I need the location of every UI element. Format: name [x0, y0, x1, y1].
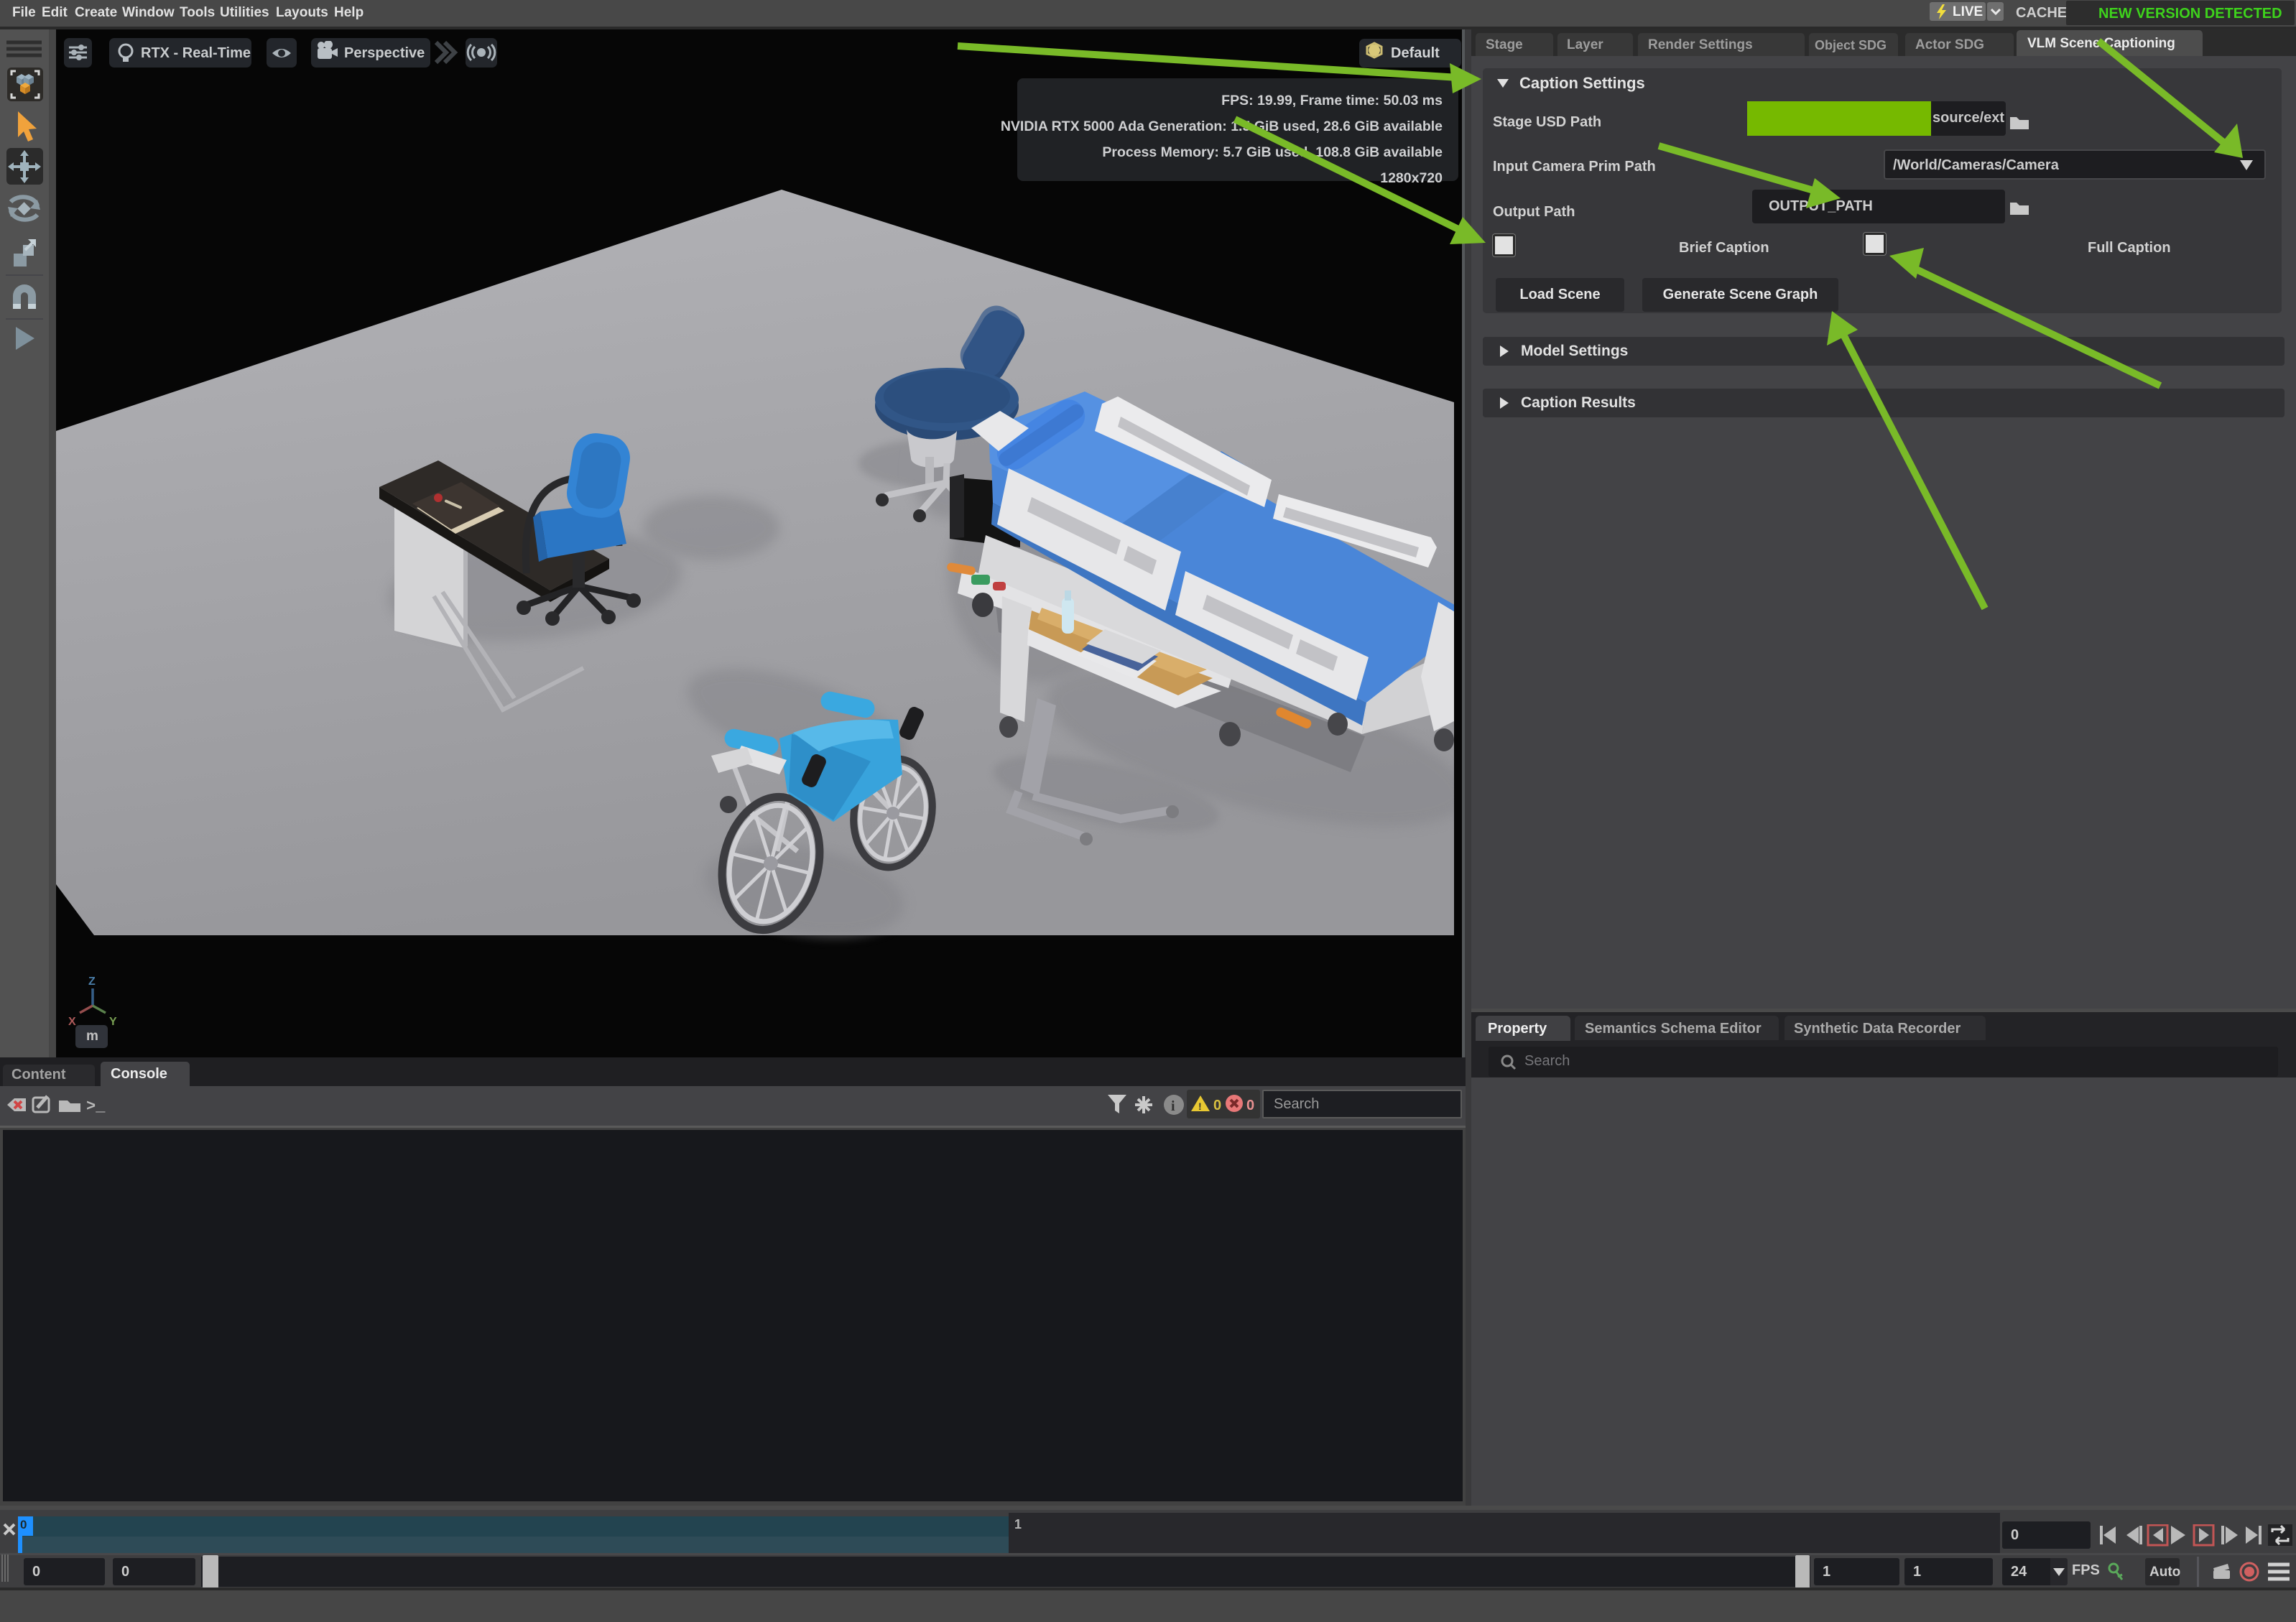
svg-text:Y: Y [109, 1016, 117, 1028]
svg-text:!: ! [1198, 1100, 1202, 1112]
svg-text:X: X [68, 1016, 76, 1028]
svg-text:Z: Z [88, 975, 96, 988]
svg-text:>_: >_ [86, 1098, 106, 1116]
svg-text:0: 0 [1246, 1098, 1254, 1113]
svg-text:0: 0 [1213, 1098, 1221, 1113]
svg-text:i: i [1171, 1098, 1175, 1114]
